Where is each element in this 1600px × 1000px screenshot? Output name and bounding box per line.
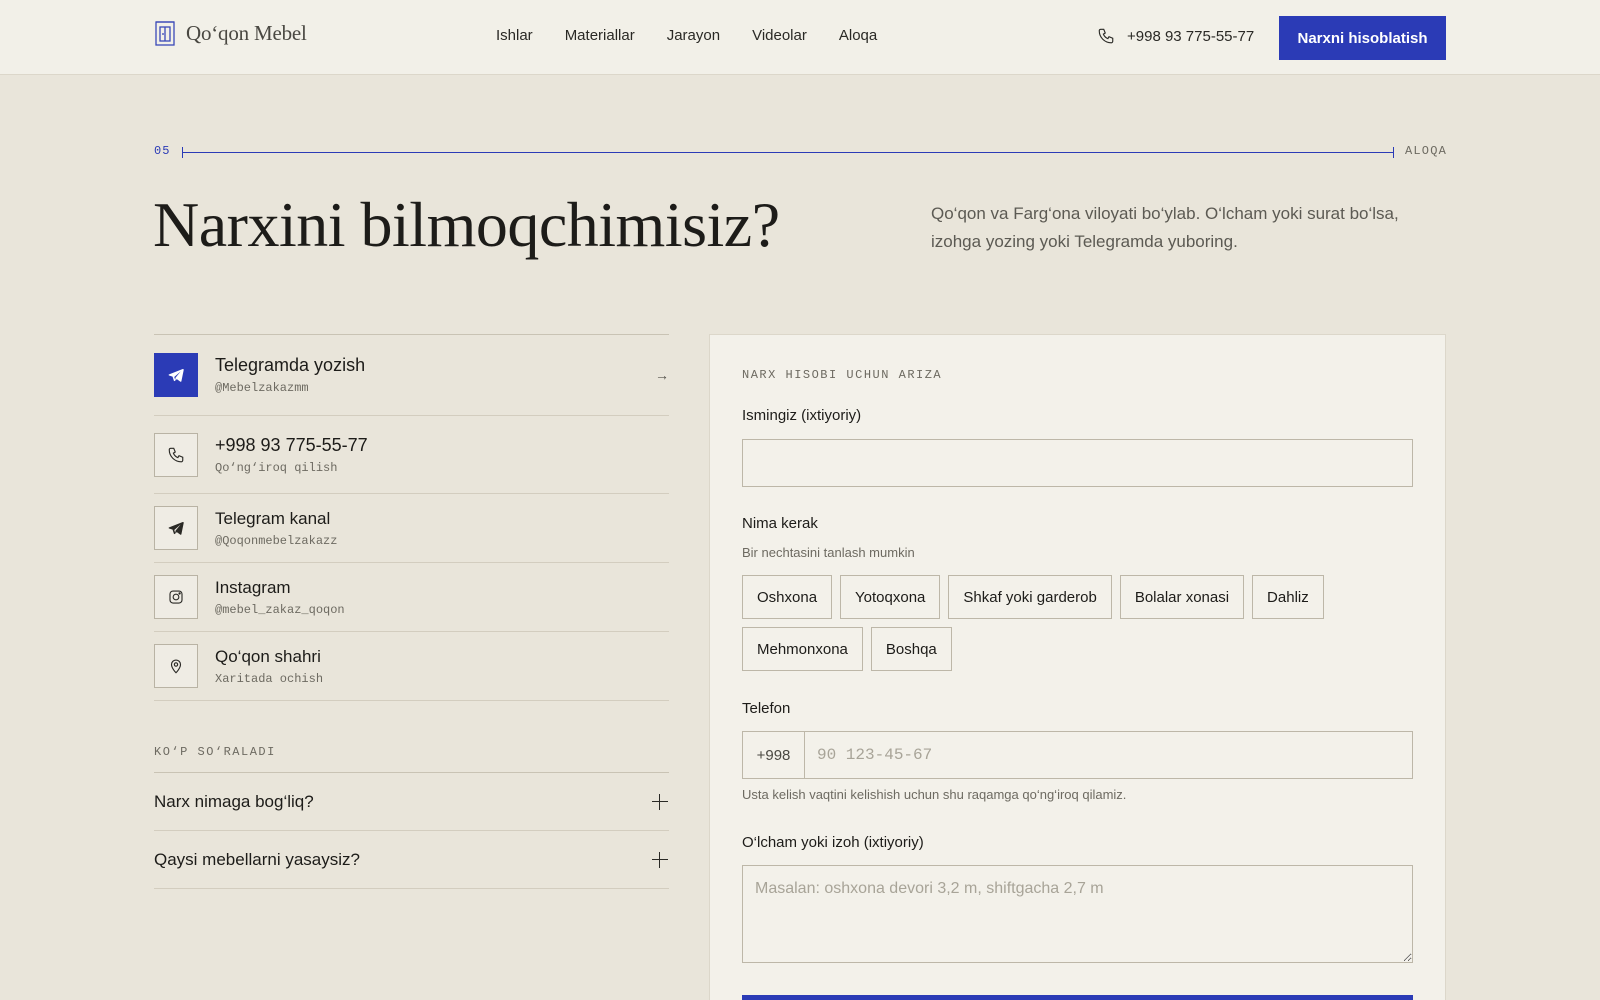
contact-subtitle: @Qoqonmebelzakazz bbox=[215, 533, 338, 548]
option-chip[interactable]: Boshqa bbox=[870, 627, 952, 671]
contact-location[interactable]: Qo‘qon shahri Xaritada ochish bbox=[154, 632, 669, 701]
telegram-icon bbox=[154, 506, 198, 550]
faq-item[interactable]: Qaysi mebellarni yasaysiz? bbox=[154, 831, 669, 889]
instagram-icon bbox=[154, 575, 198, 619]
quote-request-form: NARX HISOBI UCHUN ARIZA Ismingiz (ixtiyo… bbox=[709, 334, 1446, 1000]
submit-button[interactable] bbox=[742, 995, 1413, 1000]
telegram-icon bbox=[154, 353, 198, 397]
wardrobe-logo-icon bbox=[155, 21, 175, 46]
contact-title: Instagram bbox=[215, 577, 291, 597]
form-kicker: NARX HISOBI UCHUN ARIZA bbox=[742, 368, 943, 382]
nav-link-ishlar[interactable]: Ishlar bbox=[496, 27, 533, 44]
name-input[interactable] bbox=[742, 439, 1413, 487]
arrow-right-icon: → bbox=[655, 367, 669, 383]
phone-icon bbox=[154, 432, 198, 477]
contact-subtitle: Qo‘ng‘iroq qilish bbox=[215, 460, 338, 475]
section-number: 05 bbox=[154, 144, 171, 158]
plus-icon bbox=[652, 793, 668, 810]
faq-question: Qaysi mebellarni yasaysiz? bbox=[154, 849, 360, 869]
contact-title: Qo‘qon shahri bbox=[215, 646, 321, 666]
location-pin-icon bbox=[154, 644, 198, 688]
brand-name: Qo‘qon Mebel bbox=[186, 20, 307, 45]
contact-subtitle: @Mebelzakazmm bbox=[215, 381, 309, 395]
contact-instagram[interactable]: Instagram @mebel_zakaz_qoqon bbox=[154, 563, 669, 632]
brand-logo[interactable]: Qo‘qon Mebel bbox=[154, 19, 307, 47]
section-label: ALOQA bbox=[1404, 144, 1447, 158]
faq-item[interactable]: Narx nimaga bog‘liq? bbox=[154, 773, 669, 831]
faq-question: Narx nimaga bog‘liq? bbox=[154, 791, 314, 811]
option-chip[interactable]: Dahliz bbox=[1252, 575, 1324, 619]
phone-field: +998 bbox=[742, 731, 1413, 779]
page-description: Qo‘qon va Farg‘ona viloyati bo‘ylab. O‘l… bbox=[931, 204, 1399, 251]
phone-input[interactable] bbox=[805, 732, 1412, 778]
nav-link-jarayon[interactable]: Jarayon bbox=[667, 27, 720, 44]
phone-label: Telefon bbox=[742, 700, 791, 717]
section-divider bbox=[182, 147, 1394, 158]
phone-prefix: +998 bbox=[743, 732, 805, 778]
phone-icon bbox=[1098, 28, 1114, 44]
contact-telegram-channel[interactable]: Telegram kanal @Qoqonmebelzakazz bbox=[154, 494, 669, 563]
calculate-price-button[interactable]: Narxni hisoblatish bbox=[1279, 16, 1446, 60]
option-chip[interactable]: Mehmonxona bbox=[742, 627, 863, 671]
main-nav: Ishlar Materiallar Jarayon Videolar Aloq… bbox=[496, 27, 877, 44]
faq-label: KO‘P SO‘RALADI bbox=[154, 745, 276, 759]
contact-title: +998 93 775-55-77 bbox=[215, 434, 368, 455]
page-title: Narxini bilmoqchimisiz? bbox=[153, 189, 780, 260]
option-chip[interactable]: Oshxona bbox=[742, 575, 833, 619]
faq-list: Narx nimaga bog‘liq? Qaysi mebellarni ya… bbox=[154, 772, 669, 889]
nav-link-aloqa[interactable]: Aloqa bbox=[839, 27, 877, 44]
contact-title: Telegram kanal bbox=[215, 508, 331, 528]
contact-list: Telegramda yozish @Mebelzakazmm → +998 9… bbox=[154, 334, 669, 701]
note-textarea[interactable] bbox=[742, 865, 1413, 963]
option-chip[interactable]: Shkaf yoki garderob bbox=[948, 575, 1112, 619]
nav-link-materiallar[interactable]: Materiallar bbox=[565, 27, 635, 44]
header-phone-link[interactable]: +998 93 775-55-77 bbox=[1097, 27, 1254, 45]
phone-hint: Usta kelish vaqtini kelishish uchun shu … bbox=[742, 787, 1127, 802]
plus-icon bbox=[652, 851, 668, 868]
site-header: Qo‘qon Mebel Ishlar Materiallar Jarayon … bbox=[0, 0, 1600, 75]
header-phone-number: +998 93 775-55-77 bbox=[1127, 27, 1255, 45]
contact-telegram-chat[interactable]: Telegramda yozish @Mebelzakazmm → bbox=[154, 335, 669, 416]
note-label: O‘lcham yoki izoh (ixtiyoriy) bbox=[742, 834, 924, 851]
contact-title: Telegramda yozish bbox=[215, 355, 366, 375]
contact-phone[interactable]: +998 93 775-55-77 Qo‘ng‘iroq qilish bbox=[154, 416, 669, 494]
need-hint: Bir nechtasini tanlash mumkin bbox=[742, 545, 915, 560]
need-label: Nima kerak bbox=[742, 515, 818, 532]
nav-link-videolar[interactable]: Videolar bbox=[752, 27, 807, 44]
need-options: Oshxona Yotoqxona Shkaf yoki garderob Bo… bbox=[742, 575, 1413, 671]
contact-subtitle: Xaritada ochish bbox=[215, 671, 324, 686]
contact-subtitle: @mebel_zakaz_qoqon bbox=[215, 602, 345, 617]
option-chip[interactable]: Bolalar xonasi bbox=[1119, 575, 1245, 619]
name-label: Ismingiz (ixtiyoriy) bbox=[742, 407, 862, 424]
option-chip[interactable]: Yotoqxona bbox=[840, 575, 941, 619]
